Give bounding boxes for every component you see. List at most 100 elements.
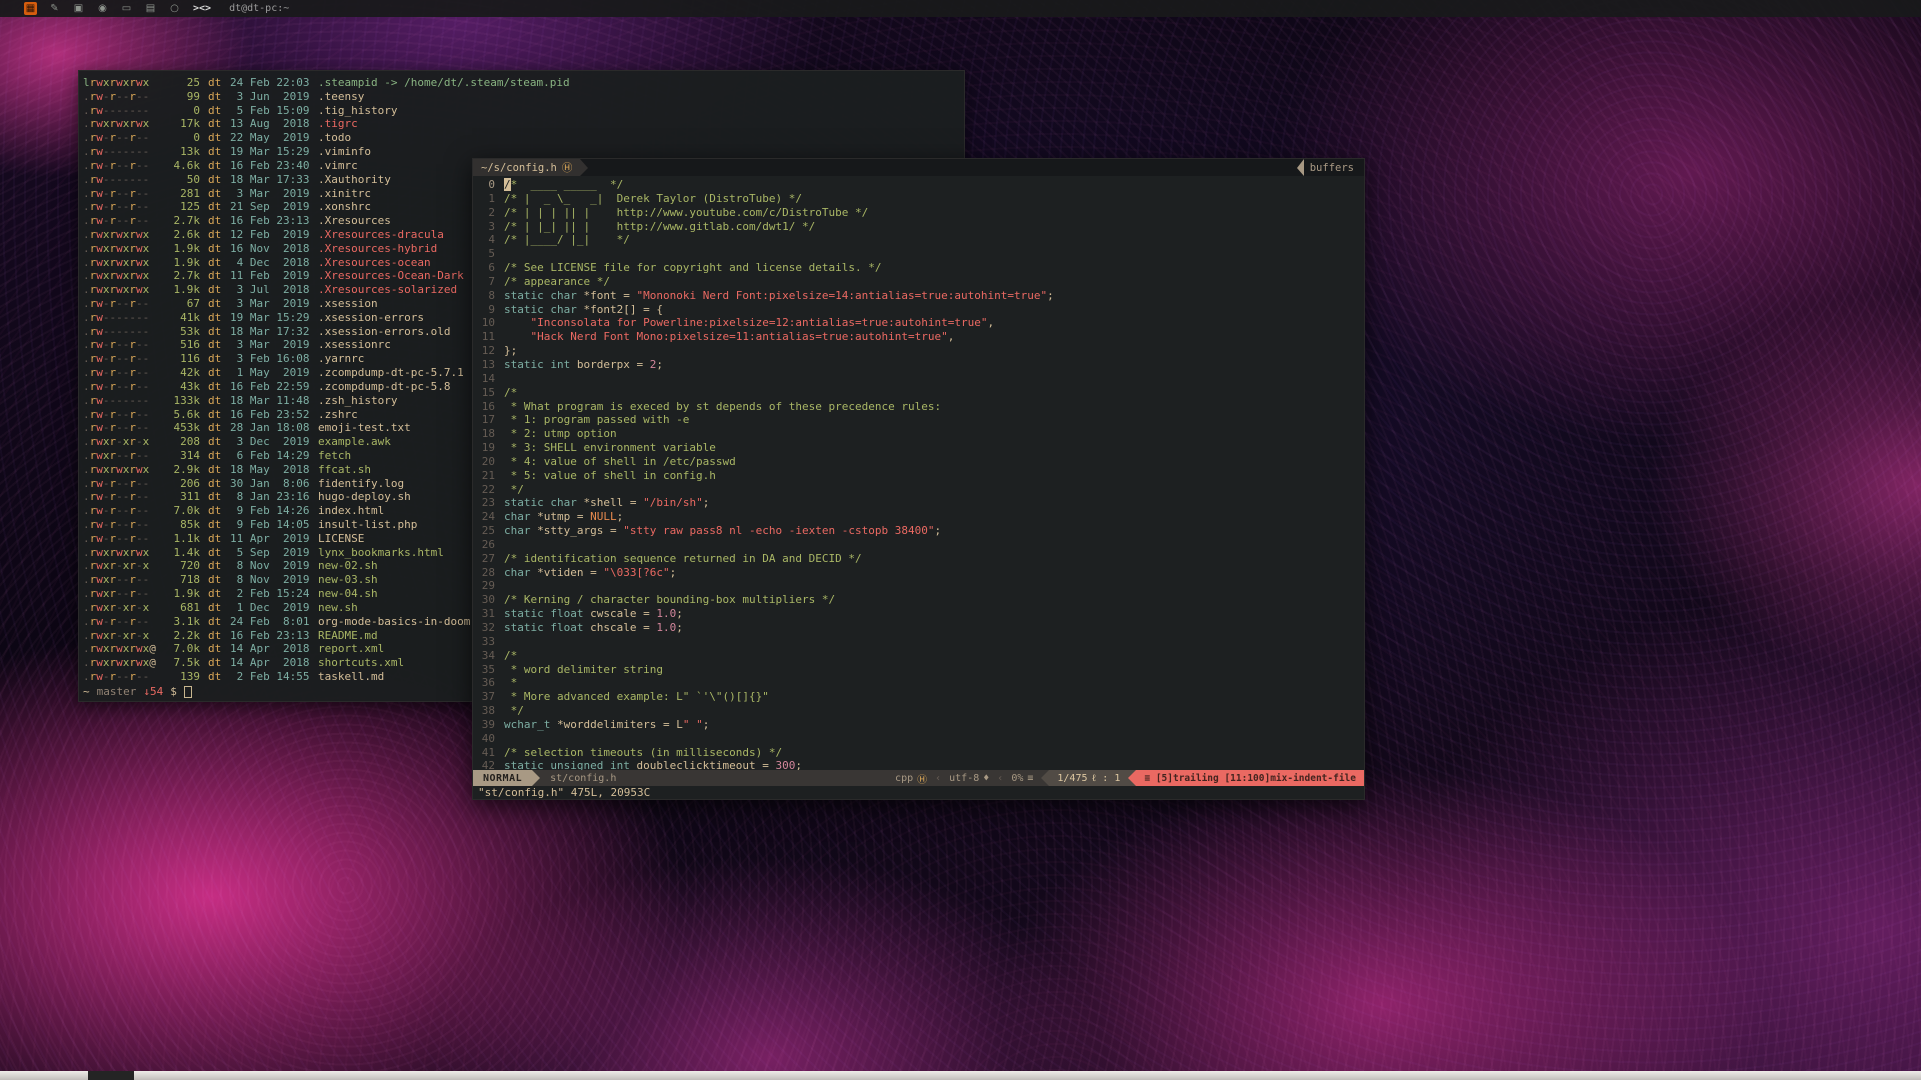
code-line: 41/* selection timeouts (in milliseconds… bbox=[473, 746, 1364, 760]
code-line: 8static char *font = "Mononoki Nerd Font… bbox=[473, 289, 1364, 303]
line-number: 22 bbox=[473, 483, 495, 497]
line-number: 23 bbox=[473, 496, 495, 510]
code-line: 27/* identification sequence returned in… bbox=[473, 552, 1364, 566]
powerline-arrow-icon bbox=[532, 770, 540, 786]
code-line: 26 bbox=[473, 538, 1364, 552]
file-row: .rw-r--r--99dt 3 Jun 2019.teensy bbox=[83, 90, 964, 104]
vim-tabline: ~/s/config.h Ⓗ buffers bbox=[473, 159, 1364, 176]
line-number: 17 bbox=[473, 413, 495, 427]
vim-command-line: "st/config.h" 475L, 20953C bbox=[473, 786, 1364, 799]
tabline-filler bbox=[588, 159, 1296, 176]
powerline-arrow-icon bbox=[1041, 770, 1049, 786]
vim-statusline: NORMAL st/config.h cpp Ⓗ ‹ utf-8 ♦ ‹ 0% … bbox=[473, 770, 1364, 786]
prompt-path: ~ bbox=[83, 685, 90, 699]
terminal-cursor bbox=[184, 686, 192, 698]
code-line: 6/* See LICENSE file for copyright and l… bbox=[473, 261, 1364, 275]
line-number: 29 bbox=[473, 579, 495, 593]
folder-icon[interactable]: ▤ bbox=[144, 2, 157, 15]
git-branch-label: master bbox=[97, 685, 137, 699]
line-number: 8 bbox=[473, 289, 495, 303]
code-line: 7/* appearance */ bbox=[473, 275, 1364, 289]
line-number: 11 bbox=[473, 330, 495, 344]
code-line: 9static char *font2[] = { bbox=[473, 303, 1364, 317]
focused-window-title: dt@dt-pc:~ bbox=[229, 3, 289, 14]
line-number: 32 bbox=[473, 621, 495, 635]
code-line: 13static int borderpx = 2; bbox=[473, 358, 1364, 372]
code-line: 14 bbox=[473, 372, 1364, 386]
file-row: .rwxrwxrwx17kdt13 Aug 2018.tigrc bbox=[83, 117, 964, 131]
line-number: 18 bbox=[473, 427, 495, 441]
line-number: 2 bbox=[473, 206, 495, 220]
code-line: 21 * 5: value of shell in config.h bbox=[473, 469, 1364, 483]
file-row: .rw-r--r--0dt22 May 2019.todo bbox=[83, 131, 964, 145]
line-number: 0 bbox=[473, 178, 495, 192]
code-line: 1/* | _ \_ _| Derek Taylor (DistroTube) … bbox=[473, 192, 1364, 206]
line-number: 7 bbox=[473, 275, 495, 289]
pencil-icon[interactable]: ✎ bbox=[48, 2, 61, 15]
file-row: .rw-------13kdt19 Mar 15:29.viminfo bbox=[83, 145, 964, 159]
line-number: 40 bbox=[473, 732, 495, 746]
code-line: 15/* bbox=[473, 386, 1364, 400]
line-number: 24 bbox=[473, 510, 495, 524]
camera-icon[interactable]: ◉ bbox=[96, 2, 109, 15]
powerline-arrow-icon bbox=[1128, 770, 1136, 786]
line-number: 30 bbox=[473, 593, 495, 607]
encoding-label: utf-8 bbox=[949, 773, 979, 784]
code-line: 16 * What program is execed by st depend… bbox=[473, 400, 1364, 414]
scroll-percent-indicator: 0% ≡ bbox=[1003, 770, 1041, 786]
code-line: 22 */ bbox=[473, 483, 1364, 497]
code-line: 29 bbox=[473, 579, 1364, 593]
line-number: 33 bbox=[473, 635, 495, 649]
cursor-position-indicator: 1/475 ℓ : 1 bbox=[1049, 770, 1128, 786]
file-row: .rw-------0dt 5 Feb 15:09.tig_history bbox=[83, 104, 964, 118]
code-line: 5 bbox=[473, 247, 1364, 261]
code-line: 35 * word delimiter string bbox=[473, 663, 1364, 677]
filetype-label: cpp bbox=[895, 773, 913, 784]
line-number: 16 bbox=[473, 400, 495, 414]
header-file-icon: Ⓗ bbox=[917, 771, 927, 786]
code-line: 32static float chscale = 1.0; bbox=[473, 621, 1364, 635]
code-line: 42static unsigned int doubleclicktimeout… bbox=[473, 759, 1364, 770]
code-line: 4/* |____/ |_| */ bbox=[473, 233, 1364, 247]
code-line: 20 * 4: value of shell in /etc/passwd bbox=[473, 455, 1364, 469]
code-line: 28char *vtiden = "\033[?6c"; bbox=[473, 566, 1364, 580]
line-number: 4 bbox=[473, 233, 495, 247]
tab-config-h[interactable]: ~/s/config.h Ⓗ bbox=[473, 159, 580, 176]
encoding-indicator: utf-8 ♦ bbox=[941, 770, 997, 786]
line-number: 3 bbox=[473, 220, 495, 234]
code-line: 24char *utmp = NULL; bbox=[473, 510, 1364, 524]
code-line: 40 bbox=[473, 732, 1364, 746]
git-behind-count: ↓54 bbox=[143, 685, 163, 699]
code-line: 0/* ____ _____ */ bbox=[473, 178, 1364, 192]
line-number: 13 bbox=[473, 358, 495, 372]
monitor-icon[interactable]: ▭ bbox=[120, 2, 133, 15]
mode-indicator: NORMAL bbox=[473, 770, 532, 786]
editor-window[interactable]: ~/s/config.h Ⓗ buffers 0/* ____ _____ */… bbox=[472, 158, 1365, 800]
line-number: 27 bbox=[473, 552, 495, 566]
powerline-arrow-icon bbox=[1297, 159, 1304, 176]
grid-icon[interactable]: ▦ bbox=[24, 2, 37, 15]
column-label: ℓ : 1 bbox=[1092, 773, 1121, 784]
panel-icons: ▦ ✎ ▣ ◉ ▭ ▤ ○ bbox=[24, 2, 181, 15]
line-number: 1 bbox=[473, 192, 495, 206]
powerline-arrow-icon bbox=[580, 159, 588, 176]
line-number: 15 bbox=[473, 386, 495, 400]
line-number: 31 bbox=[473, 607, 495, 621]
circle-icon[interactable]: ○ bbox=[168, 2, 181, 15]
prompt-symbol: $ bbox=[170, 685, 177, 699]
bottom-strip-notch bbox=[88, 1071, 134, 1080]
line-number: 14 bbox=[473, 372, 495, 386]
line-number: 20 bbox=[473, 455, 495, 469]
line-number: 42 bbox=[473, 759, 495, 770]
tab-title: ~/s/config.h bbox=[481, 162, 557, 174]
code-line: 23static char *shell = "/bin/sh"; bbox=[473, 496, 1364, 510]
code-line: 31static float cwscale = 1.0; bbox=[473, 607, 1364, 621]
lock-icon: ♦ bbox=[983, 773, 989, 784]
code-line: 3/* | |_| || | http://www.gitlab.com/dwt… bbox=[473, 220, 1364, 234]
code-line: 37 * More advanced example: L" `'\"()[]{… bbox=[473, 690, 1364, 704]
code-line: 25char *stty_args = "stty raw pass8 nl -… bbox=[473, 524, 1364, 538]
code-line: 11 "Hack Nerd Font Mono:pixelsize=11:ant… bbox=[473, 330, 1364, 344]
image-icon[interactable]: ▣ bbox=[72, 2, 85, 15]
code-area[interactable]: 0/* ____ _____ */1/* | _ \_ _| Derek Tay… bbox=[473, 176, 1364, 770]
percent-label: 0% bbox=[1011, 773, 1023, 784]
